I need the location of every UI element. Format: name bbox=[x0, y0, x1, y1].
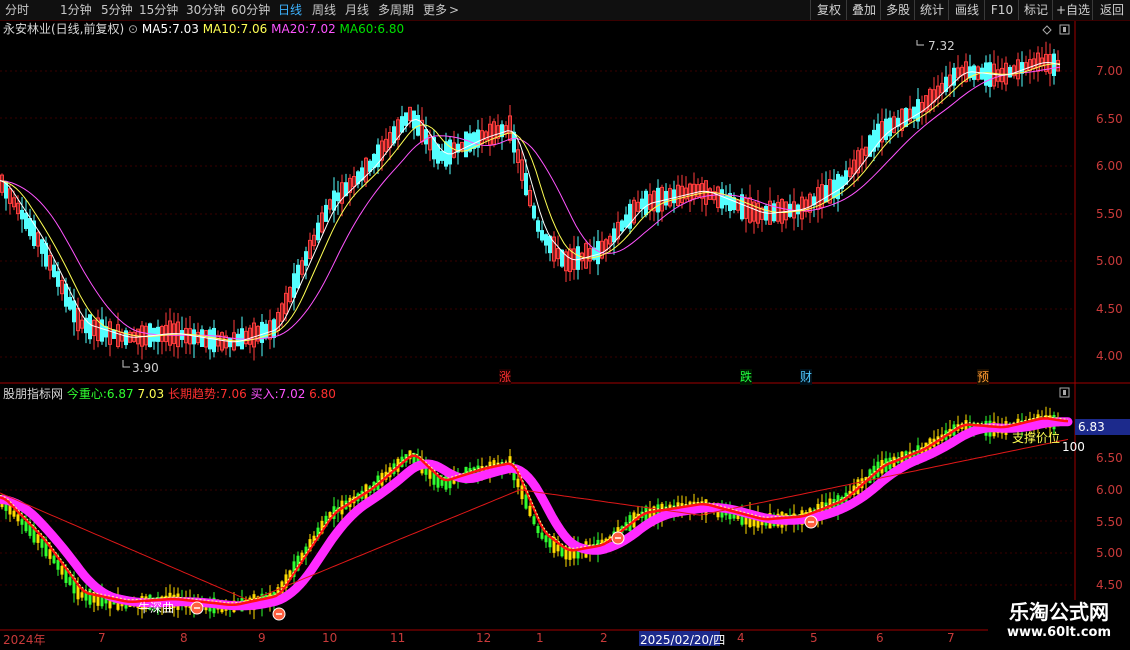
center-value: 6.87 bbox=[106, 387, 134, 401]
x-tick: 11 bbox=[390, 631, 406, 645]
x-tick: 7 bbox=[947, 631, 955, 645]
buy-label: 买入: bbox=[250, 387, 279, 401]
watermark-title: 乐淘公式网 bbox=[1009, 600, 1109, 624]
y-tick: 4.00 bbox=[1096, 349, 1123, 363]
event-marker-fall[interactable]: 跌 bbox=[740, 369, 753, 385]
watermark-url: www.60lt.com bbox=[1006, 625, 1112, 640]
event-marker-rise[interactable]: 涨 bbox=[499, 369, 512, 385]
diamond-icon bbox=[1042, 25, 1052, 35]
indicator-legend: 股朋指标网 今重心:6.87 7.03 长期趋势:7.06 买入:7.02 6.… bbox=[3, 386, 336, 402]
high-price-marker: 7.32 bbox=[928, 39, 955, 53]
x-tick: 7 bbox=[98, 631, 106, 645]
low-price-marker: 3.90 bbox=[132, 361, 159, 375]
trend-value: 7.06 bbox=[220, 387, 247, 401]
x-tick: 8 bbox=[180, 631, 188, 645]
main-legend: 永安林业(日线,前复权) ⊙ MA5:7.03 MA10:7.06 MA20:7… bbox=[3, 21, 404, 37]
price-tag: 6.83 bbox=[1078, 420, 1105, 434]
y-tick: 6.50 bbox=[1096, 112, 1123, 126]
x-tick: 5 bbox=[810, 631, 818, 645]
x-tick: 6 bbox=[876, 631, 884, 645]
x-tick: 4 bbox=[737, 631, 745, 645]
dropdown-icon[interactable]: ⊙ bbox=[128, 22, 138, 36]
y-tick: 5.00 bbox=[1096, 254, 1123, 268]
label-100: 100 bbox=[1062, 440, 1085, 454]
niu-label: 牛深曲 bbox=[138, 601, 175, 615]
x-tick: 2024年 bbox=[3, 633, 46, 647]
center-value-2: 7.03 bbox=[137, 387, 165, 401]
kline-chart-canvas[interactable] bbox=[0, 0, 1130, 650]
y-tick: 7.00 bbox=[1096, 64, 1123, 78]
y-tick: 6.00 bbox=[1096, 483, 1123, 497]
y-tick: 6.00 bbox=[1096, 159, 1123, 173]
y-tick: 6.50 bbox=[1096, 451, 1123, 465]
ma5-label: MA5: bbox=[141, 22, 173, 36]
x-tick: 2 bbox=[600, 631, 608, 645]
x-tick: 10 bbox=[322, 631, 338, 645]
ma60-label: MA60: bbox=[339, 22, 378, 36]
trend-label: 长期趋势: bbox=[167, 387, 221, 401]
support-label: 支撑价位 bbox=[1012, 431, 1061, 445]
y-tick: 5.50 bbox=[1096, 515, 1123, 529]
stock-name[interactable]: 永安林业(日线,前复权) bbox=[3, 22, 124, 36]
ma10-label: MA10: bbox=[202, 22, 241, 36]
y-tick: 4.50 bbox=[1096, 578, 1123, 592]
ma5-value: 7.03 bbox=[172, 22, 199, 36]
y-tick: 5.00 bbox=[1096, 546, 1123, 560]
x-tick-highlighted-date: 2025/02/20/四 bbox=[640, 633, 726, 647]
buy-value: 7.02 bbox=[278, 387, 306, 401]
event-marker-finance[interactable]: 财 bbox=[800, 369, 813, 385]
ma10-value: 7.06 bbox=[240, 22, 268, 36]
indicator-name[interactable]: 股朋指标网 bbox=[3, 387, 63, 401]
buy-value-2: 6.80 bbox=[309, 387, 336, 401]
watermark: 乐淘公式网 www.60lt.com bbox=[988, 600, 1130, 650]
x-tick: 1 bbox=[536, 631, 544, 645]
y-tick: 5.50 bbox=[1096, 207, 1123, 221]
ma20-value: 7.02 bbox=[309, 22, 336, 36]
x-tick: 12 bbox=[476, 631, 492, 645]
x-tick: 9 bbox=[258, 631, 266, 645]
event-marker-forecast[interactable]: 预 bbox=[977, 369, 990, 385]
ma20-label: MA20: bbox=[271, 22, 309, 36]
ma60-value: 6.80 bbox=[377, 22, 405, 36]
center-label: 今重心: bbox=[66, 387, 107, 401]
y-tick: 4.50 bbox=[1096, 302, 1123, 316]
